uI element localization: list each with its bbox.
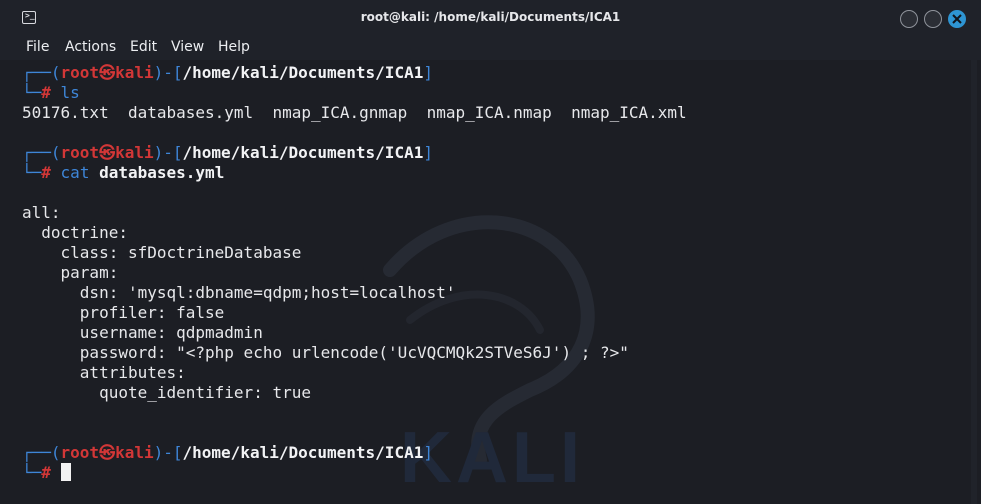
menu-view[interactable]: View	[171, 39, 204, 55]
menu-file[interactable]: File	[26, 39, 49, 55]
prompt-line-top: ┌──(root㉿kali)-[/home/kali/Documents/ICA…	[22, 443, 433, 462]
yaml-line: password: "<?php echo urlencode('UcVQCMQ…	[22, 343, 629, 362]
yaml-line: class: sfDoctrineDatabase	[22, 243, 302, 262]
command-line: └─# ls	[22, 83, 80, 102]
maximize-button[interactable]	[924, 10, 942, 28]
menu-edit[interactable]: Edit	[130, 39, 157, 55]
yaml-line: attributes:	[22, 363, 186, 382]
menu-help[interactable]: Help	[218, 39, 250, 55]
yaml-line: param:	[22, 263, 119, 282]
ls-output: 50176.txt databases.yml nmap_ICA.gnmap n…	[22, 103, 687, 122]
yaml-line: all:	[22, 203, 61, 222]
yaml-line: dsn: 'mysql:dbname=qdpm;host=localhost'	[22, 283, 456, 302]
command-line: └─# cat databases.yml	[22, 163, 225, 182]
prompt-line-top: ┌──(root㉿kali)-[/home/kali/Documents/ICA…	[22, 143, 433, 162]
yaml-line: profiler: false	[22, 303, 225, 322]
prompt-line-top: ┌──(root㉿kali)-[/home/kali/Documents/ICA…	[22, 63, 433, 82]
minimize-button[interactable]	[900, 10, 918, 28]
yaml-line: username: qdpmadmin	[22, 323, 263, 342]
scrollbar[interactable]	[971, 60, 977, 504]
title-bar[interactable]: >_ root@kali: /home/kali/Documents/ICA1	[0, 0, 981, 36]
active-command-line[interactable]: └─#	[22, 463, 71, 483]
menu-bar: File Actions Edit View Help	[0, 36, 981, 60]
close-icon	[952, 14, 962, 24]
text-cursor	[60, 463, 71, 481]
menu-actions[interactable]: Actions	[65, 39, 116, 55]
close-button[interactable]	[948, 10, 966, 28]
yaml-line: doctrine:	[22, 223, 128, 242]
window-title: root@kali: /home/kali/Documents/ICA1	[360, 10, 621, 24]
yaml-line: quote_identifier: true	[22, 383, 311, 402]
terminal-window: >_ root@kali: /home/kali/Documents/ICA1 …	[0, 0, 981, 504]
terminal-output[interactable]: KALI ┌──(root㉿kali)-[/home/kali/Document…	[0, 60, 981, 504]
